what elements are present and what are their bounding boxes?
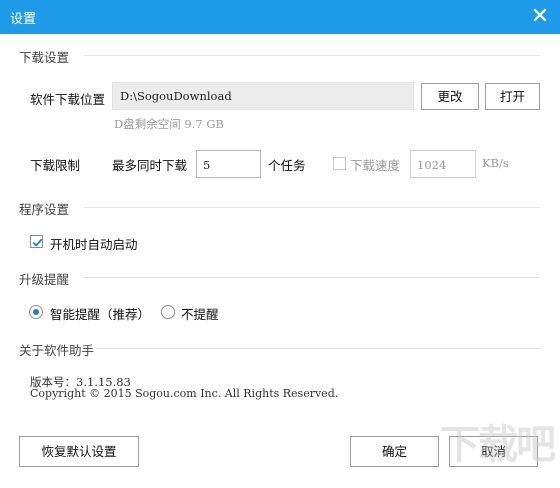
section-divider [84,55,540,56]
max-downloads-input[interactable]: 5 [196,150,261,178]
open-folder-button[interactable]: 打开 [485,83,540,110]
speed-limit-label: 下载速度 [350,158,401,173]
max-downloads-value: 5 [203,158,211,172]
section-divider [84,277,540,278]
title-bar[interactable]: 设置 ✕ [0,0,560,34]
speed-limit-input[interactable]: 1024 [410,150,476,178]
max-downloads-label: 最多同时下载 [112,158,188,173]
section-title-about: 关于软件助手 [19,343,95,358]
smart-reminder-label: 智能提醒（推荐） [50,307,151,322]
settings-window: 设置 ✕ 下载设置 软件下载位置 D:\SogouDownload 更改 打开 … [0,0,560,488]
no-reminder-radio[interactable] [161,305,175,319]
speed-limit-checkbox[interactable] [333,157,346,170]
download-path-value: D:\SogouDownload [120,89,232,103]
section-divider [84,207,540,208]
section-title-program: 程序设置 [19,202,70,217]
download-location-label: 软件下载位置 [30,92,106,107]
section-title-download: 下载设置 [19,50,70,65]
autostart-checkbox[interactable] [30,235,43,248]
download-path-field: D:\SogouDownload [112,82,414,110]
radio-selected-dot [33,309,39,315]
checkmark-icon [32,238,43,247]
smart-reminder-radio[interactable] [29,305,43,319]
speed-limit-value: 1024 [417,158,447,172]
close-icon[interactable]: ✕ [520,0,560,34]
speed-unit-label: KB/s [482,156,509,170]
ok-button[interactable]: 确定 [350,436,439,467]
task-unit-label: 个任务 [268,158,306,173]
watermark-logo: 下载吧 [440,422,556,468]
copyright-text: Copyright © 2015 Sogou.com Inc. All Righ… [30,387,339,400]
download-limit-label: 下载限制 [30,158,81,173]
no-reminder-label: 不提醒 [181,307,219,322]
window-title: 设置 [10,12,37,27]
section-divider [96,348,540,349]
free-space-text: D盘剩余空间 9.7 GB [114,117,224,131]
restore-defaults-button[interactable]: 恢复默认设置 [19,436,139,467]
change-path-button[interactable]: 更改 [421,83,479,110]
autostart-label: 开机时自动启动 [50,237,138,252]
section-title-upgrade: 升级提醒 [19,272,70,287]
